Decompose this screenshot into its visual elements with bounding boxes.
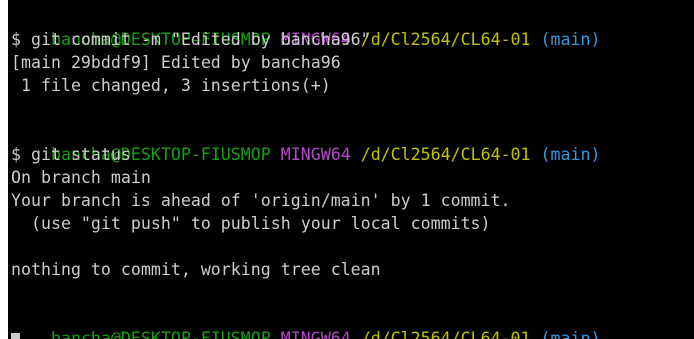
output-line: [main 29bddf9] Edited by bancha96 [11, 53, 341, 72]
prompt-user-host: bancha@DESKTOP-FIUSMOP [50, 329, 271, 339]
prompt-branch: (main) [540, 30, 601, 49]
text-cursor [11, 333, 20, 339]
command-line: $ git status [11, 145, 131, 164]
command-line: $ git commit -m "Edited by bancha96" [11, 30, 371, 49]
output-line: Your branch is ahead of 'origin/main' by… [11, 191, 511, 210]
prompt-branch: (main) [540, 329, 601, 339]
prompt-path: /d/Cl2564/CL64-01 [360, 329, 531, 339]
prompt-branch: (main) [540, 145, 601, 164]
output-line: nothing to commit, working tree clean [11, 260, 381, 279]
output-line: On branch main [11, 168, 151, 187]
output-line: (use "git push" to publish your local co… [11, 214, 491, 233]
prompt-line: bancha@DESKTOP-FIUSMOP MINGW64 /d/Cl2564… [11, 120, 601, 164]
prompt-line: bancha@DESKTOP-FIUSMOP MINGW64 /d/Cl2564… [11, 5, 601, 49]
prompt-line: bancha@DESKTOP-FIUSMOP MINGW64 /d/Cl2564… [11, 304, 601, 339]
prompt-system: MINGW64 [280, 329, 351, 339]
terminal-window[interactable]: bancha@DESKTOP-FIUSMOP MINGW64 /d/Cl2564… [8, 0, 694, 339]
output-line: 1 file changed, 3 insertions(+) [11, 76, 331, 95]
prompt-system: MINGW64 [280, 145, 351, 164]
prompt-path: /d/Cl2564/CL64-01 [360, 30, 531, 49]
prompt-path: /d/Cl2564/CL64-01 [360, 145, 531, 164]
